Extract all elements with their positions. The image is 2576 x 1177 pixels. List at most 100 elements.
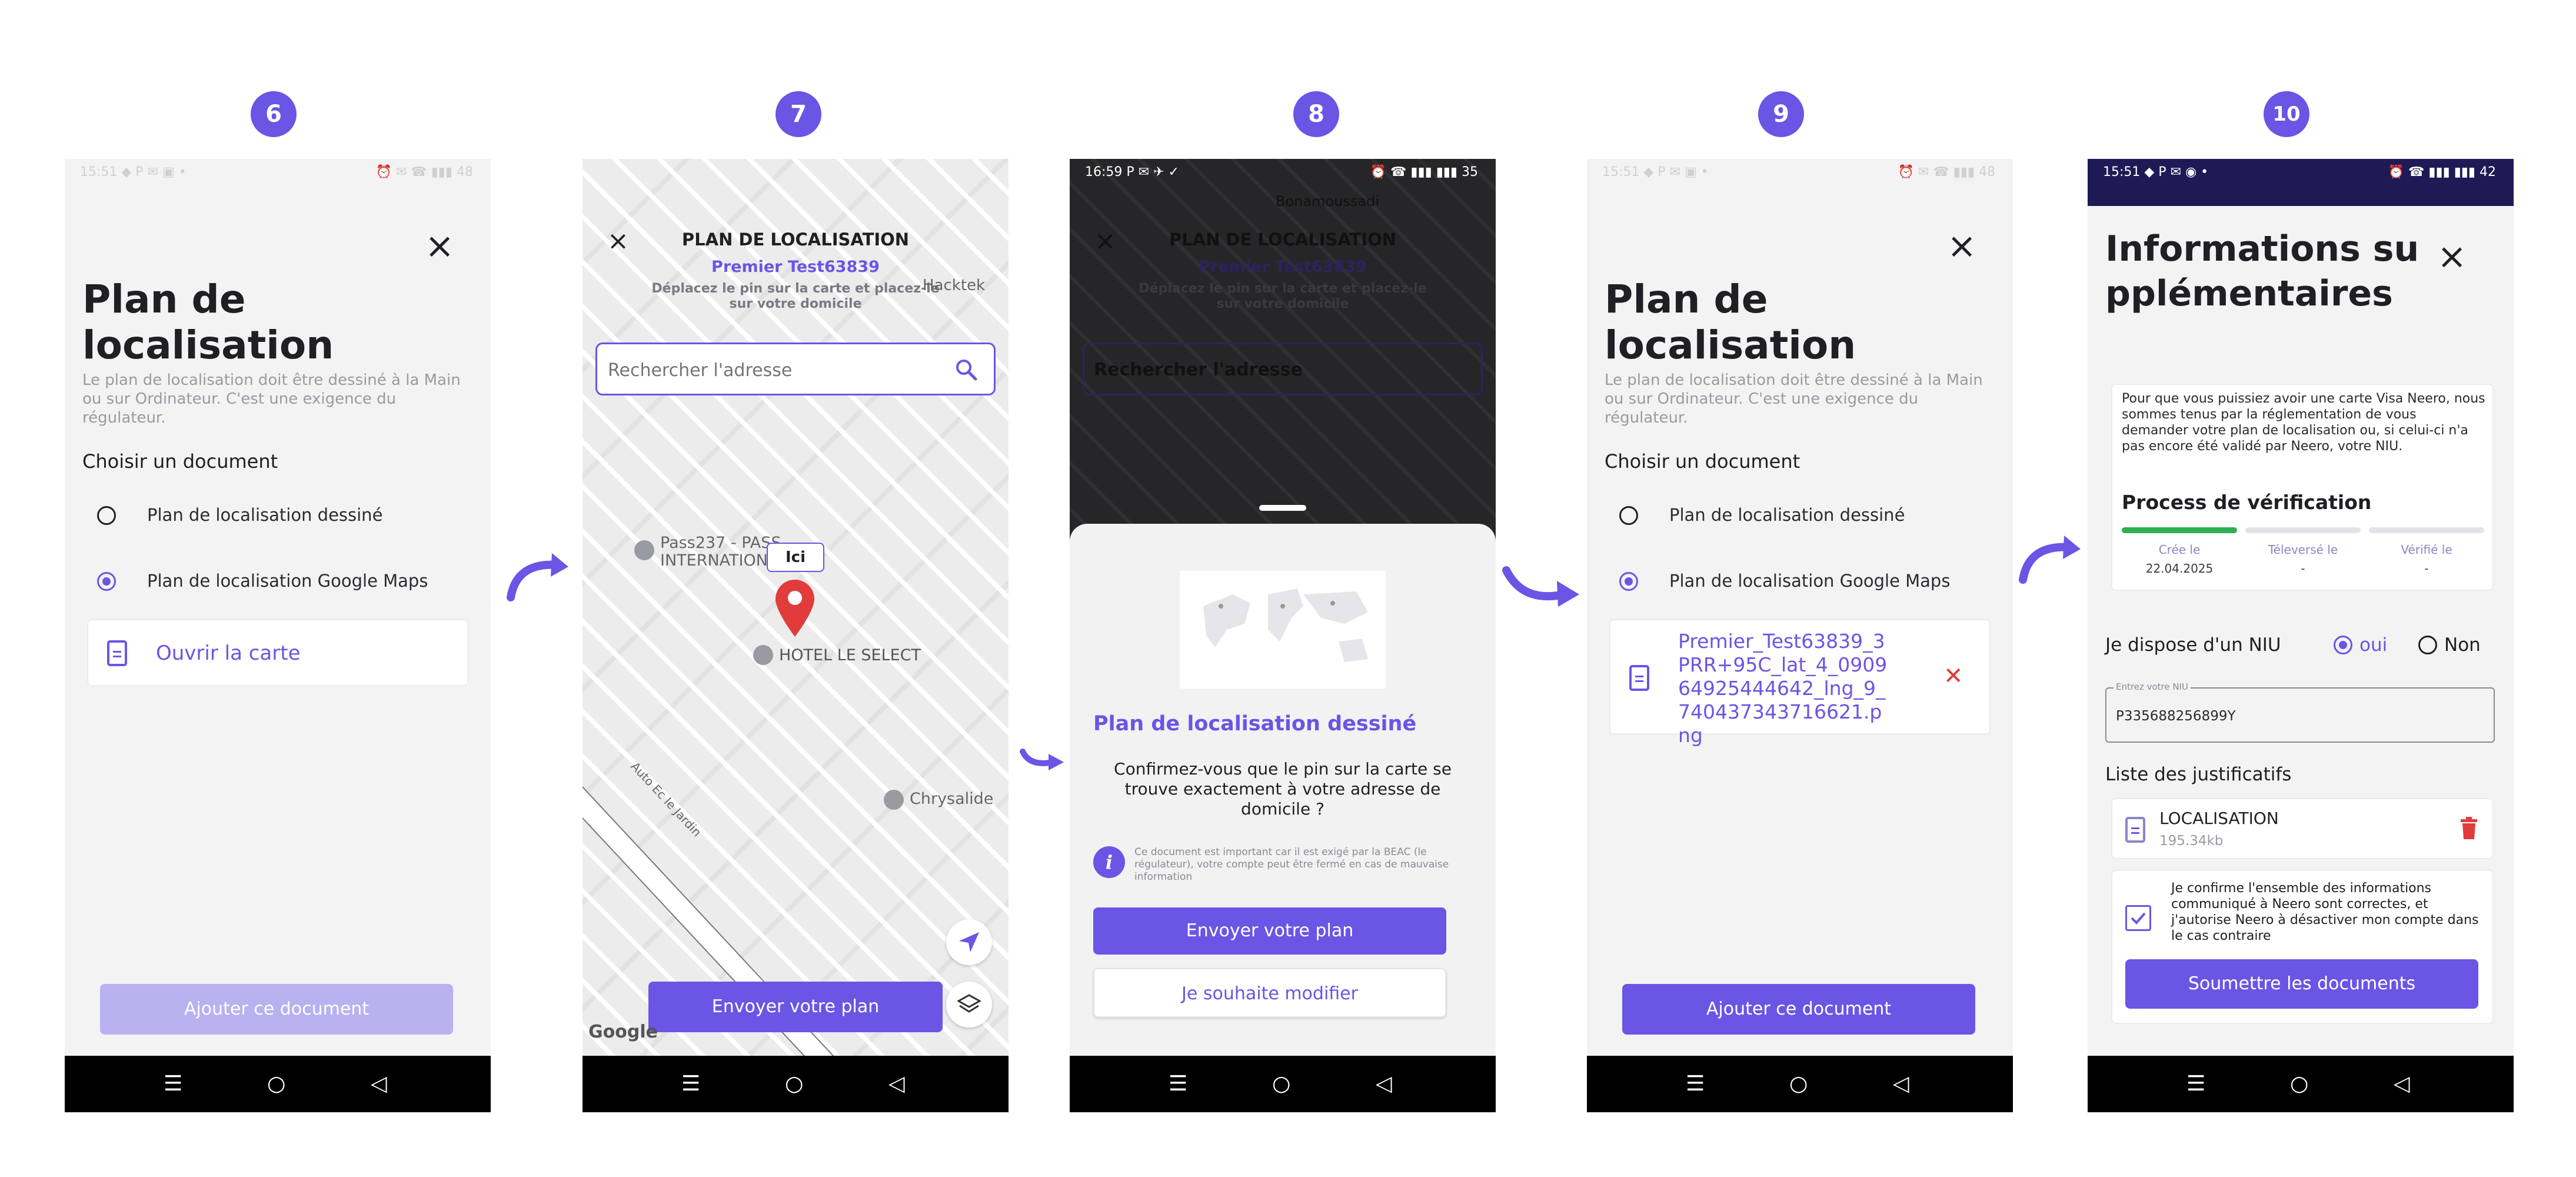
step-badge-7: 7 [776, 91, 821, 137]
status-right: ⏰ ☎ ▮▮▮ ▮▮▮ 35 [1370, 165, 1478, 179]
flow-arrow-icon [507, 553, 568, 601]
navigation-arrow-icon [959, 932, 979, 952]
screen-6: 15:51 ◆ P ✉ ▣ • ⏰ ✉ ☎ ▮▮▮ 48 × Plan de l… [65, 159, 491, 1112]
back-icon[interactable]: ◁ [371, 1071, 387, 1097]
progress-step-uploaded [2245, 527, 2361, 533]
niu-field-label: Entrez votre NIU [2114, 681, 2191, 692]
open-map-label: Ouvrir la carte [156, 641, 301, 665]
niu-field[interactable]: Entrez votre NIU [2105, 681, 2495, 743]
google-logo: Google [588, 1022, 658, 1042]
address-search-box[interactable] [595, 343, 996, 395]
bg-map-title: PLAN DE LOCALISATION [1169, 230, 1397, 250]
status-left: 15:51 ◆ P ✉ ▣ • [80, 165, 187, 179]
add-document-button[interactable]: Ajouter ce document [1622, 984, 1975, 1035]
status-bar: 15:51 ◆ P ✉ ▣ • ⏰ ✉ ☎ ▮▮▮ 48 [65, 159, 491, 181]
menu-icon[interactable]: ☰ [1169, 1071, 1187, 1097]
sheet-title: Plan de localisation dessiné [1093, 712, 1417, 736]
menu-icon[interactable]: ☰ [1686, 1071, 1705, 1097]
map-place-label: Bonamoussadi [1276, 193, 1379, 210]
document-name: LOCALISATION [2159, 809, 2279, 828]
screen-9: 15:51 ◆ P ✉ ▣ • ⏰ ✉ ☎ ▮▮▮ 48 × Plan de l… [1587, 159, 2013, 1112]
home-icon[interactable]: ○ [1789, 1071, 1808, 1097]
home-icon[interactable]: ○ [785, 1071, 803, 1097]
back-icon[interactable]: ◁ [2394, 1071, 2410, 1097]
poi-marker-icon [884, 790, 904, 810]
radio-drawn-plan[interactable] [97, 506, 116, 525]
confirmation-card: Je confirme l'ensemble des informations … [2111, 870, 2494, 1024]
menu-icon[interactable]: ☰ [164, 1071, 182, 1097]
send-plan-button[interactable]: Envoyer votre plan [648, 982, 943, 1032]
trash-icon[interactable] [2459, 817, 2478, 840]
radio-google-maps-plan[interactable] [1619, 572, 1638, 591]
step-badge-9: 9 [1758, 91, 1804, 137]
status-bar: 16:59 P ✉ ✈ ✓ ⏰ ☎ ▮▮▮ ▮▮▮ 35 [1070, 159, 1496, 181]
radio-google-maps-plan[interactable] [97, 572, 116, 591]
modify-button[interactable]: Je souhaite modifier [1093, 968, 1446, 1018]
confirm-bottom-sheet: Plan de localisation dessiné Confirmez-v… [1070, 505, 1496, 1056]
close-icon[interactable]: × [1947, 228, 1976, 264]
home-icon[interactable]: ○ [1272, 1071, 1290, 1097]
radio-niu-yes[interactable] [2334, 636, 2352, 654]
pin-label: Ici [767, 543, 824, 572]
android-nav-bar: ☰ ○ ◁ [583, 1056, 1009, 1112]
close-icon[interactable]: × [2437, 239, 2467, 274]
option-google-maps-label[interactable]: Plan de localisation Google Maps [147, 571, 428, 591]
status-left: 15:51 ◆ P ✉ ▣ • [1602, 165, 1709, 179]
back-icon[interactable]: ◁ [1893, 1071, 1909, 1097]
my-location-button[interactable] [946, 919, 992, 965]
niu-input[interactable] [2115, 704, 2482, 729]
bg-user-name: Premier Test63839 [1199, 258, 1367, 276]
page-title: Informations supplémentaires [2105, 228, 2419, 314]
close-icon[interactable]: × [425, 228, 454, 264]
menu-icon[interactable]: ☰ [2186, 1071, 2205, 1097]
option-google-maps-label[interactable]: Plan de localisation Google Maps [1669, 571, 1950, 591]
search-icon[interactable] [955, 358, 977, 381]
status-right: ⏰ ☎ ▮▮▮ ▮▮▮ 42 [2388, 165, 2496, 179]
poi-pass237: Pass237 - PASS INTERNATION [660, 534, 781, 570]
niu-no-label[interactable]: Non [2444, 634, 2481, 656]
progress-step-created [2122, 527, 2237, 533]
remove-file-icon[interactable]: ✕ [1943, 663, 1963, 690]
progress-step-verified [2369, 527, 2484, 533]
search-input[interactable] [607, 355, 938, 385]
map-title: PLAN DE LOCALISATION [681, 230, 910, 250]
submit-documents-button[interactable]: Soumettre les documents [2125, 959, 2478, 1009]
screen-10: 15:51 ◆ P ✉ ◉ • ⏰ ☎ ▮▮▮ ▮▮▮ 42 Informati… [2088, 159, 2514, 1112]
process-label-created: Crée le [2158, 543, 2201, 557]
file-name: Premier_Test63839_3PRR+95C_lat_4_0909649… [1678, 630, 1888, 747]
flow-arrow-icon [2019, 536, 2081, 584]
send-plan-button[interactable]: Envoyer votre plan [1093, 907, 1446, 955]
document-item[interactable]: LOCALISATION 195.34kb [2111, 798, 2494, 859]
radio-niu-no[interactable] [2418, 636, 2437, 654]
radio-drawn-plan[interactable] [1619, 506, 1638, 525]
sheet-handle[interactable] [1259, 505, 1306, 511]
back-icon[interactable]: ◁ [888, 1071, 905, 1097]
confirm-checkbox[interactable] [2125, 905, 2151, 931]
flow-arrow-icon [1502, 566, 1579, 607]
step-badge-6: 6 [251, 91, 297, 137]
poi-marker-icon [634, 540, 654, 560]
home-icon[interactable]: ○ [267, 1071, 285, 1097]
niu-yes-label[interactable]: oui [2359, 634, 2387, 656]
home-icon[interactable]: ○ [2290, 1071, 2308, 1097]
page-title: Plan de localisation [1605, 277, 1856, 368]
location-pin-icon[interactable] [774, 579, 816, 638]
map-layers-button[interactable] [946, 982, 992, 1028]
document-icon [107, 640, 127, 666]
bg-search-text: Rechercher l'adresse [1094, 360, 1303, 380]
android-nav-bar: ☰ ○ ◁ [1587, 1056, 2013, 1112]
document-size: 195.34kb [2159, 833, 2224, 849]
option-drawn-plan-label[interactable]: Plan de localisation dessiné [1669, 505, 1905, 525]
menu-icon[interactable]: ☰ [681, 1071, 700, 1097]
status-bar: 15:51 ◆ P ✉ ▣ • ⏰ ✉ ☎ ▮▮▮ 48 [1587, 159, 2013, 181]
notice-card: Pour que vous puissiez avoir une carte V… [2111, 384, 2494, 591]
flow-arrow-icon [1020, 749, 1064, 770]
status-left: 16:59 P ✉ ✈ ✓ [1085, 165, 1179, 179]
back-icon[interactable]: ◁ [1376, 1071, 1392, 1097]
step-badge-8: 8 [1293, 91, 1339, 137]
open-map-button[interactable]: Ouvrir la carte [87, 619, 468, 686]
option-drawn-plan-label[interactable]: Plan de localisation dessiné [147, 505, 382, 525]
process-value-created: 22.04.2025 [2145, 561, 2214, 576]
add-document-button[interactable]: Ajouter ce document [100, 984, 453, 1035]
process-value-verified: - [2424, 561, 2429, 576]
